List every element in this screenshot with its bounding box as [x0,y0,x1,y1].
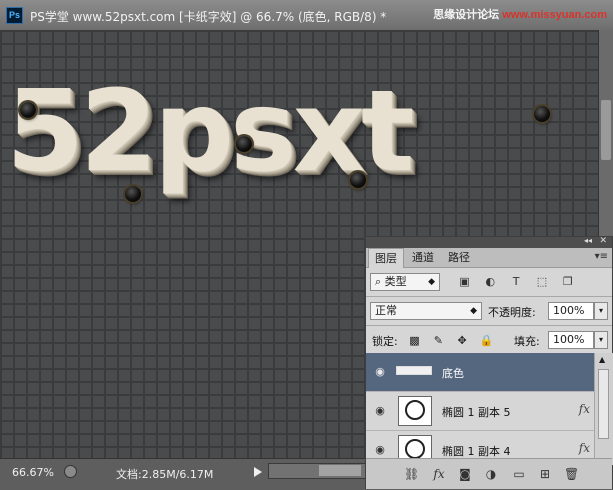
scrollbar-thumb[interactable] [601,100,611,160]
scrollbar-thumb[interactable] [598,369,609,439]
photoshop-logo-icon: Ps [6,7,23,24]
link-layers-icon[interactable]: ⛓ [404,467,419,481]
blend-row: 正常 ◆ 不透明度: 100% ▾ [366,297,612,325]
document-size: 文档:2.85M/6.17M [116,468,214,481]
opacity-label: 不透明度: [488,306,536,319]
pin-icon [534,106,550,122]
select-arrow-icon: ◆ [428,277,435,287]
zoom-level[interactable]: 66.67% [12,466,54,479]
scroll-up-icon[interactable]: ▲ [599,355,605,364]
smart-object-filter-icon[interactable]: ❐ [561,275,574,288]
lock-transparency-icon[interactable]: ▩ [408,334,421,347]
layer-name[interactable]: 椭圆 1 副本 5 [442,404,511,420]
new-group-icon[interactable]: ▭ [512,467,526,481]
search-icon: ⌕ [375,275,382,288]
filter-row: ⌕ 类型 ◆ ▣ ◐ T ⬚ ❐ [366,268,612,296]
visibility-eye-icon[interactable]: ◉ [374,444,386,456]
close-panel-icon[interactable]: ✕ [599,236,607,246]
watermark: 思缘设计论坛 www.missyuan.com [433,6,607,22]
tab-layers[interactable]: 图层 [368,248,404,268]
ellipse-thumbnail-icon [405,439,425,459]
layers-list: ◉ 底色 ◉ 椭圆 1 副本 5 fx ◉ 椭圆 1 副本 4 fx [366,353,594,465]
add-style-icon[interactable]: fx [432,467,446,481]
layer-effects-icon[interactable]: fx [579,441,590,455]
layer-thumbnail [396,366,432,375]
panel-header-strip: ◂◂ ✕ [366,236,612,248]
ellipse-thumbnail-icon [405,400,425,420]
blend-mode-select[interactable]: 正常 ◆ [370,302,482,320]
layers-bottom-toolbar: ⛓ fx ◙ ◑ ▭ ⊞ 🗑 [366,458,612,489]
tab-paths[interactable]: 路径 [442,248,476,267]
lock-label: 锁定: [372,335,398,348]
layer-row[interactable]: ◉ 椭圆 1 副本 5 fx [366,392,594,431]
lock-icons: ▩ ✎ ✥ 🔒 [408,333,499,347]
opacity-input[interactable]: 100% [548,302,594,320]
panel-tabs: 图层 通道 路径 ▾≡ [366,248,612,268]
delete-layer-icon[interactable]: 🗑 [564,467,579,481]
pin-icon [20,102,36,118]
visibility-eye-icon[interactable]: ◉ [374,366,386,378]
type-filter-icon[interactable]: T [510,275,523,288]
add-mask-icon[interactable]: ◙ [458,467,472,481]
opacity-dropdown-icon[interactable]: ▾ [594,302,608,320]
layer-effects-icon[interactable]: fx [579,402,590,416]
fill-dropdown-icon[interactable]: ▾ [594,331,608,349]
layers-scrollbar[interactable]: ▲ [594,353,613,465]
artwork-text: 52psxt [6,67,414,197]
layer-name[interactable]: 底色 [442,365,464,381]
pin-icon [125,186,141,202]
blend-mode-value: 正常 [375,304,397,317]
title-bar: Ps PS学堂 www.52psxt.com [卡纸字效] @ 66.7% (底… [0,0,613,31]
status-menu-arrow-icon[interactable] [254,467,262,477]
lock-all-icon[interactable]: 🔒 [479,334,493,347]
new-layer-icon[interactable]: ⊞ [538,467,552,481]
visibility-eye-icon[interactable]: ◉ [374,405,386,417]
document-title: PS学堂 www.52psxt.com [卡纸字效] @ 66.7% (底色, … [30,10,387,24]
collapse-panel-icon[interactable]: ◂◂ [584,236,592,245]
filter-icons: ▣ ◐ T ⬚ ❐ [458,274,583,288]
select-arrow-icon: ◆ [470,306,477,316]
pin-icon [350,172,366,188]
filter-type-value: 类型 [384,275,407,288]
layer-name[interactable]: 椭圆 1 副本 4 [442,443,511,459]
layers-panel: ◂◂ ✕ 图层 通道 路径 ▾≡ ⌕ 类型 ◆ ▣ ◐ T ⬚ ❐ 正常 ◆ 不… [365,236,613,489]
lock-row: 锁定: ▩ ✎ ✥ 🔒 填充: 100% ▾ [366,326,612,354]
fill-label: 填充: [514,335,540,348]
shape-filter-icon[interactable]: ⬚ [535,275,548,288]
layer-row[interactable]: ◉ 底色 [366,353,594,392]
status-info-icon[interactable] [64,465,77,478]
panel-menu-icon[interactable]: ▾≡ [595,251,608,262]
watermark-site: www.missyuan.com [502,9,607,21]
lock-position-icon[interactable]: ✥ [456,334,469,347]
layer-thumbnail [398,396,432,426]
lock-brush-icon[interactable]: ✎ [432,334,445,347]
tab-channels[interactable]: 通道 [406,248,440,267]
adjustment-layer-icon[interactable]: ◑ [484,467,498,481]
watermark-prefix: 思缘设计论坛 [433,9,503,21]
adjustment-filter-icon[interactable]: ◐ [484,275,497,288]
canvas-horizontal-scrollbar[interactable] [268,463,366,479]
fill-input[interactable]: 100% [548,331,594,349]
pin-icon [236,136,252,152]
scrollbar-thumb[interactable] [319,465,361,476]
pixel-filter-icon[interactable]: ▣ [458,275,471,288]
layer-filter-select[interactable]: ⌕ 类型 ◆ [370,273,440,291]
